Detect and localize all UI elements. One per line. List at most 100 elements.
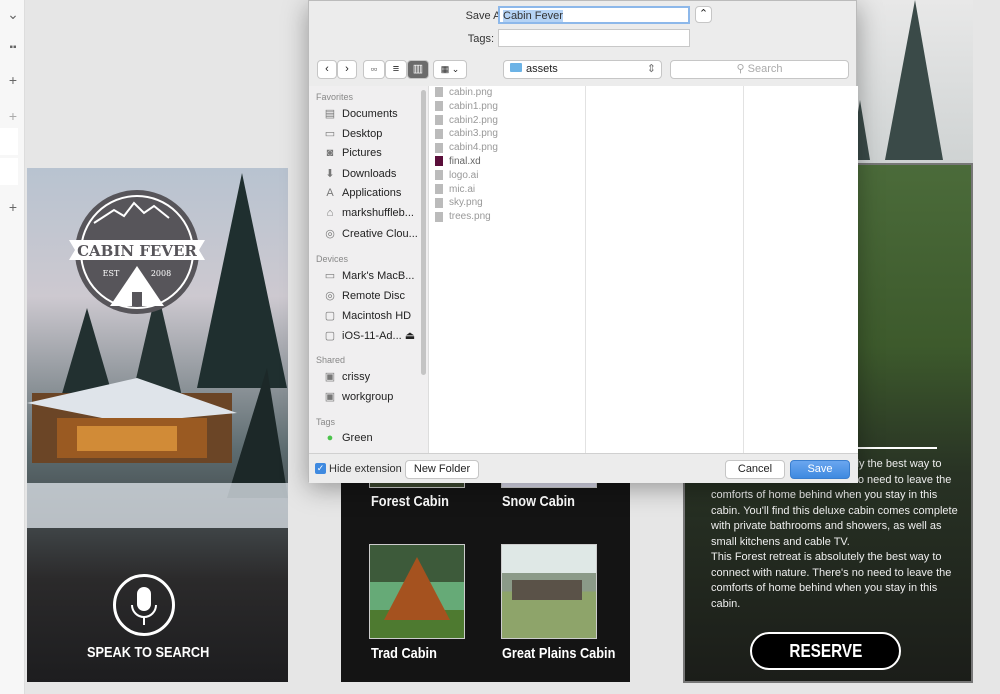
file-item[interactable]: final.xd (435, 156, 481, 167)
logo-year: 2008 (151, 269, 171, 278)
save-dialog: Save As: Cabin Fever ⌃ Tags: ‹ › ▫▫ ≡ ▥ … (308, 0, 858, 483)
sidebar-scrollbar[interactable] (421, 90, 426, 375)
xd-file-icon (435, 156, 443, 167)
logo-est: EST (103, 269, 120, 278)
file-item[interactable]: cabin1.png (435, 101, 498, 112)
reserve-button[interactable]: RESERVE (750, 632, 901, 670)
folder-icon (510, 63, 522, 72)
sidebar-item[interactable]: ◎ Remote Disc (323, 289, 405, 302)
sidebar-header: Shared (316, 355, 346, 365)
applications-icon: A (326, 187, 334, 199)
save-as-input[interactable]: Cabin Fever (498, 6, 690, 24)
trad-cabin-thumbnail[interactable] (369, 544, 465, 639)
sidebar-item-label: crissy (342, 371, 371, 383)
cancel-button[interactable]: Cancel (725, 460, 785, 479)
camera-icon: ◙ (326, 147, 334, 159)
cabin-fever-logo: CABIN FEVER EST 2008 (69, 190, 205, 314)
empty-column (586, 86, 744, 453)
search-icon: ⚲ (736, 63, 748, 75)
list-view-button[interactable]: ≡ (385, 60, 407, 79)
hide-extension-label: Hide extension (329, 463, 402, 475)
file-item[interactable]: cabin3.png (435, 128, 498, 139)
tags-label: Tags: (467, 33, 494, 45)
sidebar-item[interactable]: ▭ Desktop (323, 127, 383, 140)
column-view-button[interactable]: ▥ (407, 60, 429, 79)
plus-icon[interactable]: + (4, 199, 22, 215)
sidebar-item[interactable]: ▭ Mark's MacB... (323, 269, 415, 282)
sidebar-item-label: Mark's MacB... (342, 270, 415, 282)
monitor-icon: ▣ (324, 371, 336, 383)
eject-icon[interactable]: ⏏ (402, 330, 415, 342)
file-item[interactable]: trees.png (435, 211, 491, 222)
cabin-label: Snow Cabin (502, 493, 575, 510)
trees-image (850, 0, 973, 163)
sidebar-item-label: markshuffleb... (342, 207, 414, 219)
documents-icon: ▤ (324, 108, 336, 120)
chevron-down-icon[interactable]: ⌄ (4, 6, 22, 23)
sidebar-item[interactable]: ◙ Pictures (323, 147, 382, 159)
search-input[interactable]: ⚲ Search (670, 60, 849, 79)
disc-icon: ◎ (325, 290, 335, 302)
file-item[interactable]: cabin2.png (435, 115, 498, 126)
panel-slot (0, 128, 18, 155)
drive-icon: ▢ (324, 330, 336, 342)
sidebar-item-label: Desktop (342, 128, 383, 140)
speak-to-search-button[interactable] (113, 574, 175, 636)
sidebar-header: Tags (316, 417, 336, 427)
sidebar-item[interactable]: ⬇ Downloads (323, 167, 396, 180)
sidebar: Favorites Devices Shared Tags ▤ Documents… (309, 86, 429, 453)
cabin-label: Trad Cabin (371, 645, 437, 662)
desktop-icon: ▭ (324, 128, 336, 140)
sidebar-item-label: workgroup (342, 391, 394, 403)
sidebar-item-label: Macintosh HD (342, 310, 412, 322)
artboard-cabin-list: Forest Cabin Snow Cabin Trad Cabin Great… (341, 470, 630, 682)
sidebar-header: Favorites (316, 92, 354, 102)
sidebar-item[interactable]: ◎ Creative Clou... (323, 227, 418, 240)
expand-dialog-button[interactable]: ⌃ (695, 6, 712, 23)
sidebar-item-label: Downloads (342, 168, 397, 180)
file-item[interactable]: mic.ai (435, 184, 475, 195)
great-plains-cabin-thumbnail[interactable] (501, 544, 597, 639)
sidebar-item-label: Applications (342, 187, 402, 199)
sidebar-item[interactable]: A Applications (323, 187, 401, 199)
file-icon (435, 87, 443, 98)
sidebar-item[interactable]: ● Green (323, 432, 373, 444)
plus-icon[interactable]: + (4, 108, 22, 124)
file-item[interactable]: sky.png (435, 197, 483, 208)
plus-icon[interactable]: + (4, 72, 22, 88)
forward-button[interactable]: › (337, 60, 357, 79)
sidebar-item[interactable]: ▢ iOS-11-Ad... ⏏ (323, 329, 415, 342)
sidebar-item-label: Documents (342, 108, 398, 120)
hide-extension-checkbox[interactable]: ✓ (315, 463, 326, 474)
home-icon: ⌂ (326, 207, 334, 219)
location-dropdown[interactable]: assets ⇕ (503, 60, 662, 79)
save-button[interactable]: Save (790, 460, 850, 479)
download-icon: ⬇ (325, 168, 335, 180)
creative-cloud-icon: ◎ (325, 228, 335, 240)
grid-icon[interactable]: ▪▪ (4, 42, 22, 53)
sidebar-item[interactable]: ▣ workgroup (323, 390, 394, 403)
microphone-icon (131, 587, 157, 625)
icon-view-button[interactable]: ▫▫ (363, 60, 385, 79)
group-view-dropdown[interactable]: ▦ ⌄ (433, 60, 467, 79)
dialog-footer: ✓ Hide extension New Folder Cancel Save (309, 453, 858, 483)
sidebar-item[interactable]: ▢ Macintosh HD (323, 309, 411, 322)
file-item[interactable]: cabin.png (435, 87, 492, 98)
cabin-label: Forest Cabin (371, 493, 449, 510)
new-folder-button[interactable]: New Folder (405, 460, 479, 479)
left-toolbar: ⌄ ▪▪ + + + (0, 0, 25, 694)
sidebar-item-label: Pictures (342, 147, 382, 159)
file-icon (435, 142, 443, 153)
back-button[interactable]: ‹ (317, 60, 337, 79)
sidebar-item[interactable]: ▤ Documents (323, 107, 398, 120)
tags-input[interactable] (498, 29, 690, 47)
sidebar-item[interactable]: ⌂ markshuffleb... (323, 207, 414, 219)
laptop-icon: ▭ (324, 270, 336, 282)
file-item[interactable]: logo.ai (435, 170, 478, 181)
file-item[interactable]: cabin4.png (435, 142, 498, 153)
speak-to-search-label: SPEAK TO SEARCH (87, 644, 210, 661)
sidebar-item[interactable]: ▣ crissy (323, 370, 370, 383)
file-icon (435, 114, 443, 125)
tag-color-icon: ● (326, 432, 334, 444)
reserve-label: RESERVE (789, 641, 862, 661)
